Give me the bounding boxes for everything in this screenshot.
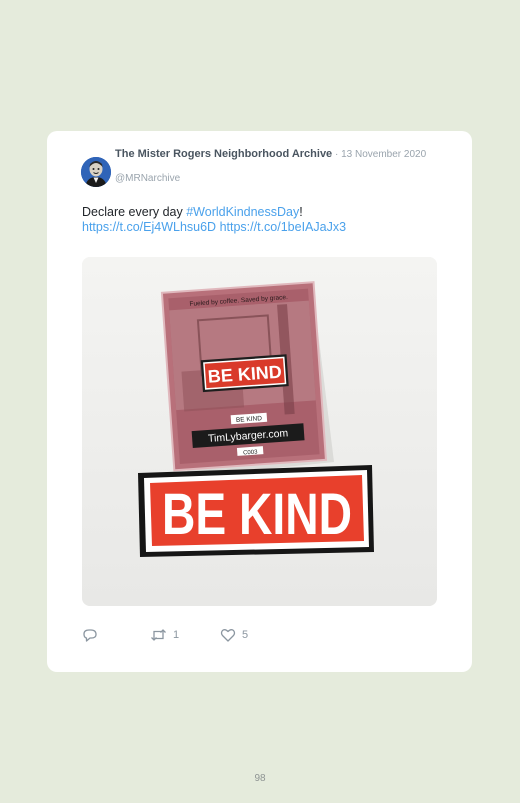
tweet-header: The Mister Rogers Neighborhood Archive ·… xyxy=(115,148,435,161)
display-name[interactable]: The Mister Rogers Neighborhood Archive xyxy=(115,148,332,160)
retweet-count: 1 xyxy=(173,629,180,641)
avatar-portrait-icon xyxy=(81,157,111,187)
hashtag-link[interactable]: #WorldKindnessDay xyxy=(186,205,299,219)
be-kind-photo: Fueled by coffee. Saved by grace. BE KIN… xyxy=(82,257,437,606)
tweet-date[interactable]: 13 November 2020 xyxy=(341,149,426,160)
retweet-icon xyxy=(151,629,166,641)
header-separator: · xyxy=(332,149,342,160)
sticker-text: BE KIND xyxy=(162,482,352,547)
like-button[interactable]: 5 xyxy=(220,626,248,644)
tweet-text: Declare every day #WorldKindnessDay! htt… xyxy=(82,205,432,235)
tweet-photo[interactable]: Fueled by coffee. Saved by grace. BE KIN… xyxy=(82,257,437,606)
heart-icon xyxy=(220,629,236,642)
tweet-card: The Mister Rogers Neighborhood Archive ·… xyxy=(47,131,472,672)
page-number: 98 xyxy=(254,773,266,784)
reply-button[interactable] xyxy=(82,626,104,644)
tweet-link-1[interactable]: https://t.co/Ej4WLhsu6D xyxy=(82,220,216,234)
card-code: C003 xyxy=(243,449,258,456)
tweet-text-plain: Declare every day xyxy=(82,205,187,219)
like-count: 5 xyxy=(242,629,249,641)
reply-icon xyxy=(83,629,97,642)
retweet-button[interactable]: 1 xyxy=(150,626,179,644)
tweet-link-2[interactable]: https://t.co/1beIAJaJx3 xyxy=(220,220,346,234)
pin-package: Fueled by coffee. Saved by grace. BE KIN… xyxy=(160,281,328,472)
tweet-actions: 1 5 xyxy=(82,626,437,644)
avatar[interactable] xyxy=(81,157,111,187)
be-kind-sticker: BE KIND xyxy=(138,465,374,557)
user-handle[interactable]: @MRNarchive xyxy=(115,173,180,184)
tweet-text-exclaim: ! xyxy=(299,205,303,219)
